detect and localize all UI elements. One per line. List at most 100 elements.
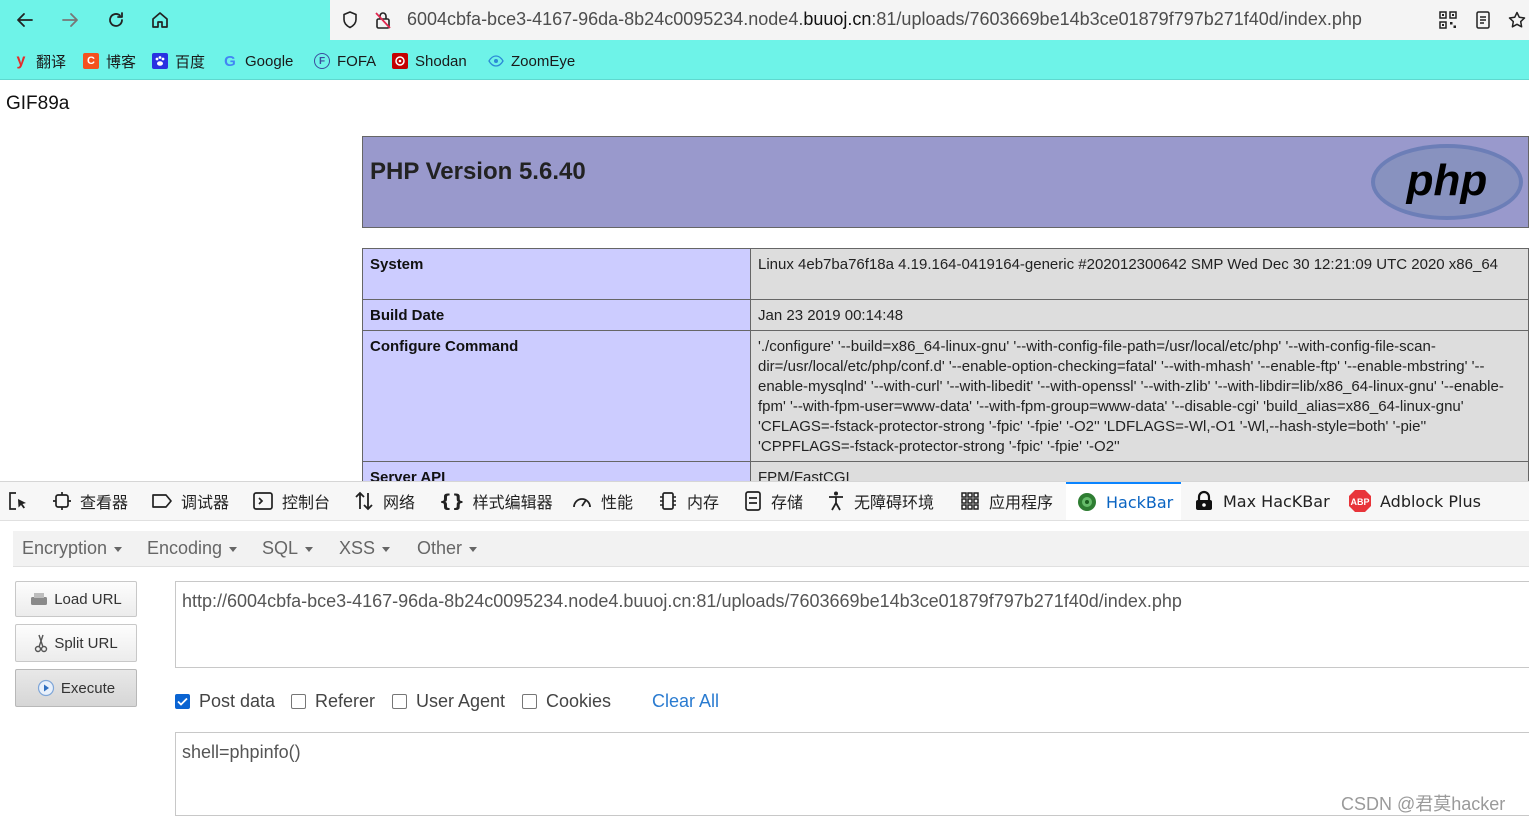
reload-icon — [109, 12, 123, 27]
back-button[interactable] — [9, 4, 41, 36]
caret-down-icon — [469, 546, 478, 552]
home-icon — [152, 12, 168, 28]
element-picker-button[interactable] — [7, 482, 37, 520]
storage-icon — [745, 491, 761, 511]
arrow-left-icon — [17, 13, 33, 27]
table-value: './configure' '--build=x86_64-linux-gnu'… — [750, 330, 1529, 462]
cookies-checkbox[interactable]: Cookies — [522, 691, 611, 712]
hackbar-menu: Encryption Encoding SQL XSS Other — [13, 531, 1529, 567]
forward-button[interactable] — [54, 4, 86, 36]
hackbar-url-input[interactable]: http://6004cbfa-bce3-4167-96da-8b24c0095… — [175, 581, 1529, 668]
tab-style-editor[interactable]: {} 样式编辑器 — [439, 482, 553, 520]
tab-storage[interactable]: 存储 — [743, 482, 803, 520]
google-icon: G — [224, 52, 236, 70]
arrow-right-icon — [62, 13, 78, 27]
svg-text:php: php — [1406, 156, 1488, 205]
menu-encoding[interactable]: Encoding — [147, 538, 238, 559]
menu-sql[interactable]: SQL — [262, 538, 314, 559]
phpinfo-header: PHP Version 5.6.40 php — [362, 136, 1529, 228]
gauge-icon — [573, 498, 591, 508]
zoomeye-icon — [488, 53, 504, 69]
caret-down-icon — [305, 546, 314, 552]
shield-icon[interactable] — [339, 9, 361, 31]
baidu-icon — [152, 53, 168, 69]
bookmark-google[interactable]: G Google — [222, 51, 293, 71]
table-key: System — [362, 248, 751, 300]
youdao-icon: y — [16, 52, 26, 69]
bookmark-fofa[interactable]: F FOFA — [314, 51, 376, 71]
qr-code-icon[interactable] — [1437, 9, 1459, 31]
table-row: System Linux 4eb7ba76f18a 4.19.164-04191… — [362, 248, 1529, 300]
php-logo-icon: php — [1371, 144, 1523, 220]
bookmark-star-icon[interactable] — [1506, 9, 1528, 31]
checkbox-icon — [522, 694, 537, 709]
referer-checkbox[interactable]: Referer — [291, 691, 375, 712]
svg-text:ABP: ABP — [1350, 497, 1369, 507]
element-picker-icon — [9, 492, 26, 510]
tab-hackbar[interactable]: HackBar — [1066, 482, 1181, 520]
debugger-icon — [152, 494, 172, 508]
tab-performance[interactable]: 性能 — [571, 482, 633, 520]
gif-header-text: GIF89a — [6, 93, 70, 114]
menu-encryption[interactable]: Encryption — [22, 538, 123, 559]
home-button[interactable] — [144, 4, 176, 36]
table-value: Jan 23 2019 00:14:48 — [750, 299, 1529, 331]
url-text[interactable]: 6004cbfa-bce3-4167-96da-8b24c0095234.nod… — [407, 9, 1362, 30]
split-url-button[interactable]: Split URL — [15, 624, 137, 662]
tab-network[interactable]: 网络 — [353, 482, 415, 520]
table-value: Linux 4eb7ba76f18a 4.19.164-0419164-gene… — [750, 248, 1529, 300]
checkbox-checked-icon — [175, 694, 190, 709]
load-icon — [31, 593, 48, 605]
caret-down-icon — [229, 546, 238, 552]
url-bar[interactable]: 6004cbfa-bce3-4167-96da-8b24c0095234.nod… — [330, 0, 1529, 40]
tab-debugger[interactable]: 调试器 — [151, 482, 229, 520]
devtools-panel: 查看器 调试器 控制台 网络 {} 样式编辑器 性能 内存 存储 无障碍环境 应… — [0, 481, 1529, 820]
checkbox-icon — [392, 694, 407, 709]
tab-adblock-plus[interactable]: ABP Adblock Plus — [1348, 482, 1481, 520]
menu-xss[interactable]: XSS — [339, 538, 391, 559]
hackbar-icon — [1078, 493, 1096, 511]
reader-view-icon[interactable] — [1472, 9, 1494, 31]
memory-chip-icon — [660, 492, 676, 510]
bookmark-blog[interactable]: C 博客 — [83, 51, 136, 71]
tab-application[interactable]: 应用程序 — [959, 482, 1053, 520]
console-icon — [253, 492, 273, 510]
fofa-icon: F — [314, 53, 330, 69]
csdn-icon: C — [83, 53, 99, 69]
tab-inspector[interactable]: 查看器 — [52, 482, 128, 520]
reload-button[interactable] — [100, 4, 132, 36]
checkbox-icon — [291, 694, 306, 709]
braces-icon: {} — [439, 490, 465, 512]
tab-accessibility[interactable]: 无障碍环境 — [826, 482, 934, 520]
table-row: Configure Command './configure' '--build… — [362, 330, 1529, 462]
user-agent-checkbox[interactable]: User Agent — [392, 691, 505, 712]
devtools-tabbar: 查看器 调试器 控制台 网络 {} 样式编辑器 性能 内存 存储 无障碍环境 应… — [0, 482, 1529, 521]
bookmark-shodan[interactable]: Shodan — [392, 51, 467, 71]
phpinfo-table: System Linux 4eb7ba76f18a 4.19.164-04191… — [362, 248, 1529, 493]
load-url-button[interactable]: Load URL — [15, 581, 137, 617]
adblock-plus-icon: ABP — [1349, 490, 1371, 512]
clear-all-link[interactable]: Clear All — [652, 691, 719, 712]
bookmark-baidu[interactable]: 百度 — [152, 51, 205, 71]
accessibility-icon — [829, 491, 843, 511]
shodan-icon — [392, 53, 408, 69]
execute-button[interactable]: Execute — [15, 669, 137, 707]
tab-max-hackbar[interactable]: Max HacKBar — [1193, 482, 1330, 520]
table-key: Configure Command — [362, 330, 751, 462]
caret-down-icon — [382, 546, 391, 552]
post-data-checkbox[interactable]: Post data — [175, 691, 275, 712]
scissors-icon — [35, 634, 48, 653]
insecure-lock-icon[interactable] — [372, 9, 394, 31]
play-icon — [37, 679, 54, 697]
post-data-input[interactable]: shell=phpinfo() — [175, 732, 1529, 816]
bookmark-youdao[interactable]: y 翻译 — [13, 51, 66, 71]
bookmarks-bar: y 翻译 C 博客 百度 G Google F FOFA Shodan ZoomEye — [0, 40, 1529, 80]
tab-memory[interactable]: 内存 — [657, 482, 719, 520]
watermark-text: CSDN @君莫hacker — [1341, 794, 1506, 814]
bookmark-zoomeye[interactable]: ZoomEye — [488, 51, 575, 71]
tab-console[interactable]: 控制台 — [252, 482, 330, 520]
menu-other[interactable]: Other — [417, 538, 478, 559]
table-key: Build Date — [362, 299, 751, 331]
browser-toolbar: 6004cbfa-bce3-4167-96da-8b24c0095234.nod… — [0, 0, 1529, 40]
app-grid-icon — [961, 492, 979, 510]
